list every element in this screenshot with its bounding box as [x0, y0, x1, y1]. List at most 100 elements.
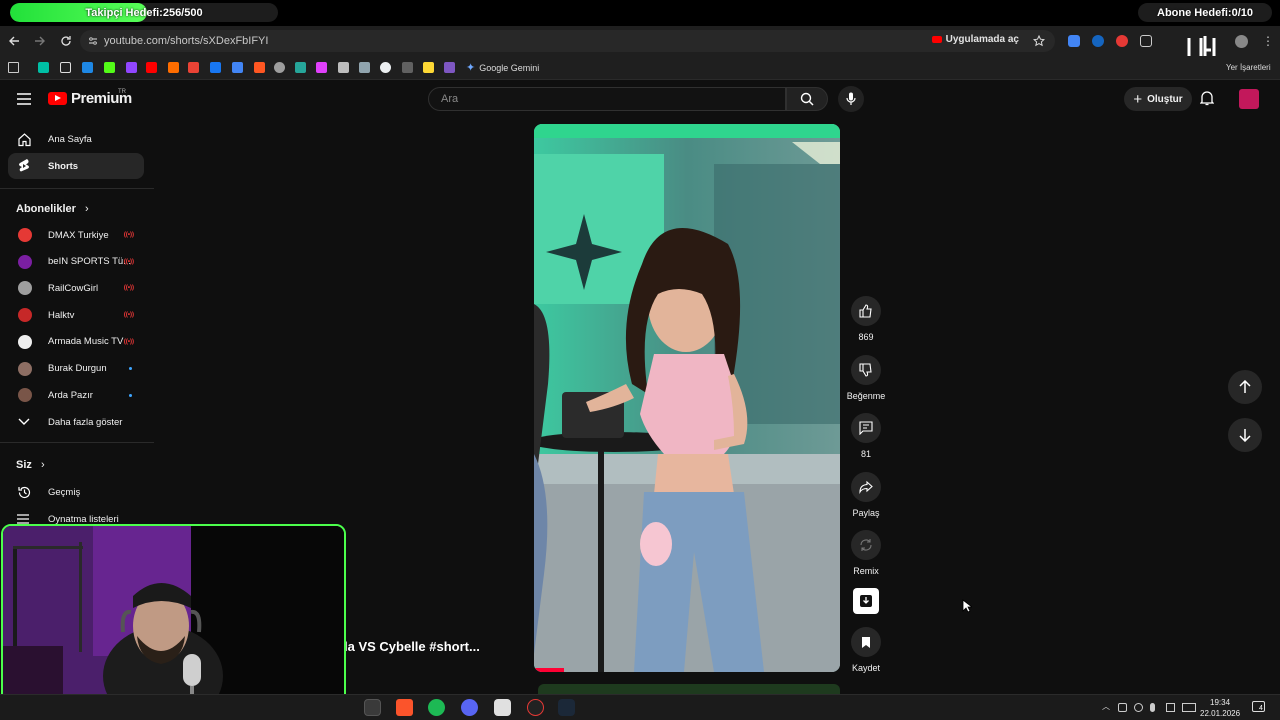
bookmark-icon[interactable]: [380, 62, 391, 73]
sidebar-subscription-item[interactable]: Arda Pazır: [8, 382, 144, 408]
channel-name: beIN SPORTS Tü...: [48, 256, 132, 268]
save-label: Kaydet: [851, 663, 881, 673]
divider: [0, 188, 154, 189]
chrome-taskbar-icon[interactable]: [364, 699, 381, 716]
like-button[interactable]: [851, 296, 881, 326]
divider: [0, 442, 154, 443]
network-icon[interactable]: [1166, 703, 1175, 712]
spotify-taskbar-icon[interactable]: [428, 699, 445, 716]
microphone-tray-icon[interactable]: [1150, 703, 1155, 712]
back-button[interactable]: [2, 29, 26, 53]
bookmark-icon[interactable]: [338, 62, 349, 73]
sidebar-item-history[interactable]: Geçmiş: [8, 479, 144, 505]
extensions-puzzle-icon[interactable]: [1140, 35, 1152, 47]
search-button[interactable]: [786, 87, 828, 111]
sidebar-subscription-item[interactable]: DMAX Turkiye ((•)): [8, 222, 144, 248]
speaker-icon[interactable]: [1118, 703, 1127, 712]
sidebar-subscription-item[interactable]: Armada Music TV ((•)): [8, 329, 144, 355]
comments-button[interactable]: [851, 413, 881, 443]
short-video-player[interactable]: [534, 124, 840, 672]
live-icon: ((•)): [123, 285, 134, 292]
subscriptions-header[interactable]: Abonelikler ›: [16, 203, 89, 215]
live-icon: ((•)): [123, 232, 134, 238]
bookmark-icon[interactable]: [254, 62, 265, 73]
obs-taskbar-icon[interactable]: [527, 699, 544, 716]
bookmark-icon[interactable]: [402, 62, 413, 73]
remix-button[interactable]: [851, 530, 881, 560]
tray-icon[interactable]: [1134, 703, 1143, 712]
sidebar-subscription-item[interactable]: Burak Durgun: [8, 356, 144, 382]
channel-avatar: [18, 228, 32, 242]
create-button[interactable]: + Oluştur: [1124, 87, 1192, 111]
extension-icon[interactable]: [1116, 35, 1128, 47]
bookmark-icon[interactable]: [359, 62, 370, 73]
sidebar-item-shorts[interactable]: Shorts: [8, 153, 144, 179]
next-short-button[interactable]: [1228, 418, 1262, 452]
profile-avatar-icon[interactable]: [1235, 35, 1248, 48]
you-section-header[interactable]: Siz ›: [16, 459, 45, 471]
file-taskbar-icon[interactable]: [494, 699, 511, 716]
bookmark-google-gemini[interactable]: ✦ Google Gemini: [466, 61, 539, 74]
open-in-app-button[interactable]: Uygulamada aç: [931, 34, 1019, 45]
extension-download-button[interactable]: [853, 588, 879, 614]
bookmark-icon[interactable]: [168, 62, 179, 73]
bookmark-icon[interactable]: [38, 62, 49, 73]
bookmark-icon[interactable]: [295, 62, 306, 73]
x-icon[interactable]: [60, 62, 71, 73]
bookmark-icon[interactable]: [274, 62, 285, 73]
sidebar-subscription-item[interactable]: Halktv ((•)): [8, 302, 144, 328]
keyboard-icon[interactable]: [1182, 703, 1196, 712]
dislike-button[interactable]: [851, 355, 881, 385]
browser-menu-icon[interactable]: ⋮: [1262, 34, 1274, 48]
previous-short-button[interactable]: [1228, 370, 1262, 404]
address-bar[interactable]: youtube.com/shorts/sXDexFbIFYI Uygulamad…: [80, 30, 1055, 52]
youtube-icon[interactable]: [146, 62, 157, 73]
notification-center-icon[interactable]: 4: [1252, 701, 1265, 712]
bookmark-icon[interactable]: [316, 62, 327, 73]
reload-button[interactable]: [54, 29, 78, 53]
bluesky-icon[interactable]: [82, 62, 93, 73]
apps-grid-icon[interactable]: [8, 62, 19, 73]
gmail-icon[interactable]: [188, 62, 199, 73]
extension-icon[interactable]: [1092, 35, 1104, 47]
meta-icon[interactable]: [210, 62, 221, 73]
sidebar-subscription-item[interactable]: RailCowGirl ((•)): [8, 275, 144, 301]
site-info-icon[interactable]: [88, 36, 98, 46]
logo-region: TR: [118, 89, 126, 95]
share-button[interactable]: [851, 472, 881, 502]
search-icon: [800, 92, 814, 106]
webcam-feed: [3, 526, 344, 715]
arrow-up-icon: [1239, 380, 1251, 393]
live-icon: ((•)): [123, 258, 134, 265]
sidebar-item-home[interactable]: Ana Sayfa: [8, 126, 144, 152]
kick-icon[interactable]: [104, 62, 115, 73]
forward-button[interactable]: [28, 29, 52, 53]
steam-taskbar-icon[interactable]: [558, 699, 575, 716]
back-arrow-icon: [9, 36, 19, 46]
show-more-button[interactable]: Daha fazla göster: [8, 409, 144, 435]
other-bookmarks[interactable]: Yer İşaretleri: [1226, 63, 1271, 72]
discord-taskbar-icon[interactable]: [461, 699, 478, 716]
translate-extension-icon[interactable]: [1068, 35, 1080, 47]
star-icon[interactable]: [1033, 35, 1045, 47]
brave-taskbar-icon[interactable]: [396, 699, 413, 716]
voice-search-button[interactable]: [838, 86, 864, 112]
sidebar-subscription-item[interactable]: beIN SPORTS Tü... ((•)): [8, 249, 144, 275]
system-clock[interactable]: 19:34 22.01.2026: [1200, 697, 1240, 719]
hamburger-menu-icon[interactable]: [17, 93, 31, 105]
new-content-dot-icon: [129, 367, 132, 370]
short-title[interactable]: la VS Cybelle #short...: [344, 639, 480, 654]
dislike-label: Beğenme: [846, 391, 886, 401]
notifications-bell-icon[interactable]: [1200, 90, 1214, 106]
save-button[interactable]: [851, 627, 881, 657]
bookmark-icon[interactable]: [444, 62, 455, 73]
search-input[interactable]: Ara: [428, 87, 786, 111]
bookmark-icon[interactable]: [423, 62, 434, 73]
arrow-down-icon: [1239, 429, 1251, 442]
new-content-dot-icon: [129, 393, 132, 397]
chevron-up-icon[interactable]: ︿: [1102, 701, 1111, 711]
account-avatar[interactable]: [1239, 89, 1259, 109]
taskbar: ︿ 19:34 22.01.2026 4: [0, 694, 1280, 720]
twitch-icon[interactable]: [126, 62, 137, 73]
bookmark-icon[interactable]: [232, 62, 243, 73]
